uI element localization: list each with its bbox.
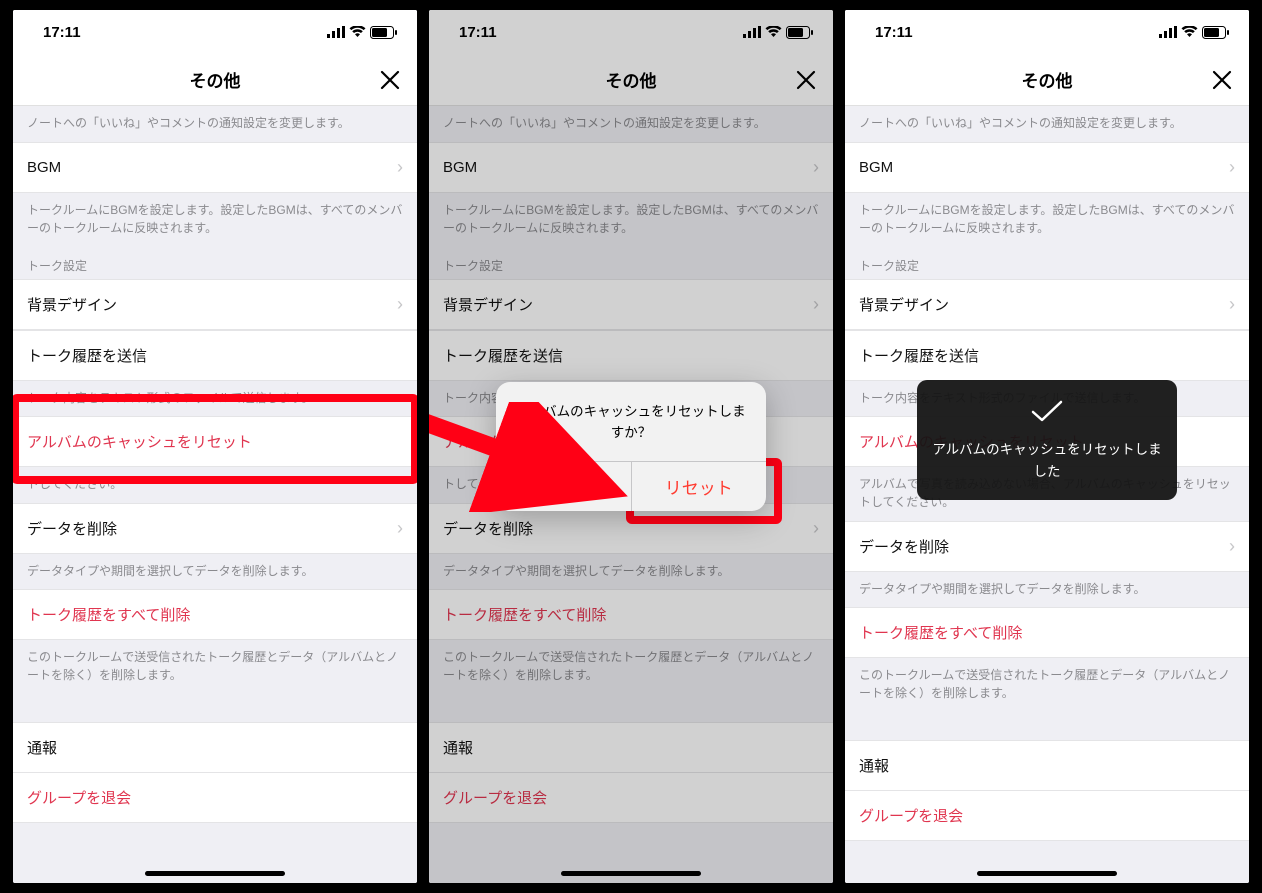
close-icon	[380, 70, 400, 90]
chevron-right-icon: ›	[1229, 294, 1235, 315]
row-send-history-label: トーク履歴を送信	[27, 345, 147, 366]
delete-history-description: このトークルームで送受信されたトーク履歴とデータ（アルバムとノートを除く）を削除…	[13, 640, 417, 694]
battery-icon	[1202, 26, 1229, 39]
phone-screen-2: 17:11 その他 ノートへの「いいね」やコメントの通知設定を変更します。 BG…	[429, 10, 833, 883]
row-leave-group[interactable]: グループを退会	[13, 772, 417, 823]
status-time: 17:11	[43, 24, 81, 41]
row-background-label: 背景デザイン	[27, 294, 117, 315]
row-bgm[interactable]: BGM›	[845, 142, 1249, 193]
toast-message: アルバムのキャッシュをリセットしました	[917, 380, 1177, 500]
row-report-label: 通報	[27, 737, 57, 758]
close-button[interactable]	[1209, 67, 1235, 93]
nav-bar: その他	[13, 54, 417, 106]
phone-screen-3: 17:11 その他 ノートへの「いいね」やコメントの通知設定を変更します。 BG…	[845, 10, 1249, 883]
row-send-history[interactable]: トーク履歴を送信	[13, 330, 417, 381]
row-report[interactable]: 通報	[845, 740, 1249, 791]
row-background-design[interactable]: 背景デザイン›	[845, 279, 1249, 330]
close-icon	[1212, 70, 1232, 90]
row-leave-group[interactable]: グループを退会	[845, 790, 1249, 841]
row-delete-all-history[interactable]: トーク履歴をすべて削除	[13, 589, 417, 640]
row-report[interactable]: 通報	[13, 722, 417, 773]
spacer	[13, 694, 417, 722]
chevron-right-icon: ›	[1229, 536, 1235, 557]
status-time: 17:11	[875, 24, 913, 41]
phone-screen-1: 17:11 その他 ノートへの「いいね」やコメントの通知設定を変更します。 BG…	[13, 10, 417, 883]
alert-dialog-backdrop: アルバムのキャッシュをリセットしますか？ キャンセル リセット	[429, 10, 833, 883]
row-delete-data[interactable]: データを削除 ›	[13, 503, 417, 554]
delete-data-description: データタイプや期間を選択してデータを削除します。	[13, 554, 417, 590]
alert-dialog: アルバムのキャッシュをリセットしますか？ キャンセル リセット	[496, 382, 766, 511]
home-indicator	[145, 871, 285, 876]
row-reset-album-cache[interactable]: アルバムのキャッシュをリセット	[13, 416, 417, 467]
row-send-history[interactable]: トーク履歴を送信	[845, 330, 1249, 381]
row-delete-data[interactable]: データを削除›	[845, 521, 1249, 572]
status-bar: 17:11	[845, 10, 1249, 54]
alert-reset-button[interactable]: リセット	[632, 462, 767, 511]
status-icons	[1159, 26, 1229, 39]
bgm-description: トークルームにBGMを設定します。設定したBGMは、すべてのメンバーのトークルー…	[13, 193, 417, 247]
wifi-icon	[349, 26, 366, 38]
row-bgm-label: BGM	[27, 159, 61, 176]
wifi-icon	[1181, 26, 1198, 38]
status-icons	[327, 26, 397, 39]
battery-icon	[370, 26, 397, 39]
nav-bar: その他	[845, 54, 1249, 106]
notes-description: ノートへの「いいね」やコメントの通知設定を変更します。	[13, 106, 417, 142]
row-leave-label: グループを退会	[27, 787, 131, 808]
checkmark-icon	[931, 398, 1163, 429]
alert-message: アルバムのキャッシュをリセットしますか？	[496, 382, 766, 461]
row-delete-history-label: トーク履歴をすべて削除	[27, 604, 190, 625]
reset-cache-description: トしてください。	[13, 467, 417, 503]
alert-cancel-button[interactable]: キャンセル	[496, 462, 632, 511]
chevron-right-icon: ›	[397, 157, 403, 178]
page-title: その他	[1022, 67, 1073, 92]
chevron-right-icon: ›	[397, 518, 403, 539]
status-bar: 17:11	[13, 10, 417, 54]
cellular-signal-icon	[327, 26, 345, 38]
row-background-design[interactable]: 背景デザイン ›	[13, 279, 417, 330]
section-talk-settings: トーク設定	[13, 247, 417, 280]
cellular-signal-icon	[1159, 26, 1177, 38]
row-delete-data-label: データを削除	[27, 518, 117, 539]
home-indicator	[977, 871, 1117, 876]
send-history-description: トーク内容をテキスト形式のファイルで送信します。	[13, 381, 417, 417]
page-title: その他	[190, 67, 241, 92]
row-bgm[interactable]: BGM ›	[13, 142, 417, 193]
toast-text: アルバムのキャッシュをリセットしました	[931, 439, 1163, 482]
row-delete-all-history[interactable]: トーク履歴をすべて削除	[845, 607, 1249, 658]
close-button[interactable]	[377, 67, 403, 93]
chevron-right-icon: ›	[397, 294, 403, 315]
row-reset-cache-label: アルバムのキャッシュをリセット	[27, 431, 252, 452]
chevron-right-icon: ›	[1229, 157, 1235, 178]
